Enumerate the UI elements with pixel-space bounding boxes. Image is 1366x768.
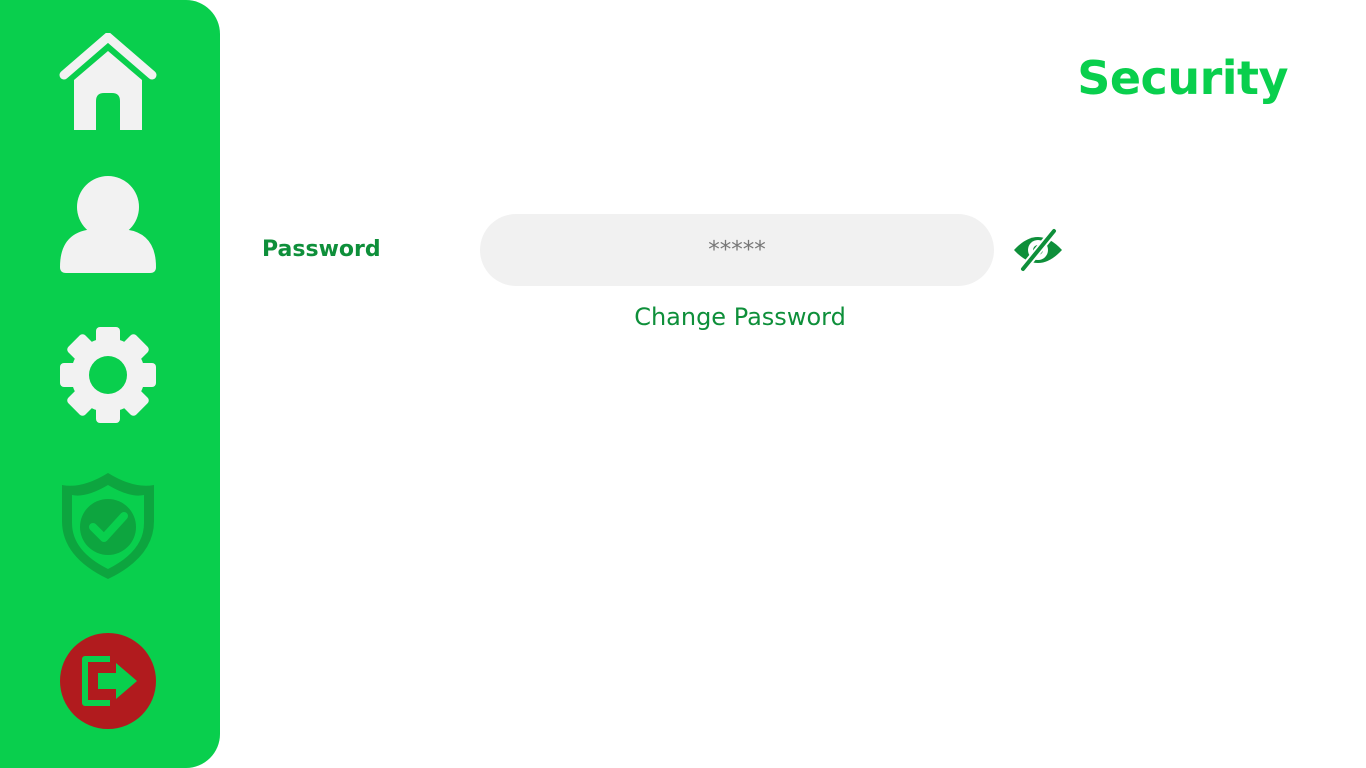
eye-slash-icon xyxy=(1014,228,1062,272)
sidebar-item-logout[interactable] xyxy=(55,628,161,734)
sidebar-item-profile[interactable] xyxy=(55,170,161,276)
home-icon xyxy=(59,33,157,130)
gear-icon xyxy=(60,327,156,423)
password-visibility-toggle[interactable] xyxy=(1010,226,1066,274)
user-icon xyxy=(60,176,156,273)
sidebar-item-settings[interactable] xyxy=(55,322,161,428)
sidebar-item-home[interactable] xyxy=(55,30,161,136)
sidebar-item-security[interactable] xyxy=(55,473,161,580)
sidebar xyxy=(0,0,220,768)
password-label: Password xyxy=(262,237,381,262)
app-root: Security Password Change Password xyxy=(0,0,1366,768)
logout-icon xyxy=(60,633,156,729)
change-password-link[interactable]: Change Password xyxy=(480,300,1000,334)
password-field[interactable] xyxy=(480,214,994,286)
shield-check-icon xyxy=(62,473,154,579)
page-title: Security xyxy=(1077,51,1288,105)
